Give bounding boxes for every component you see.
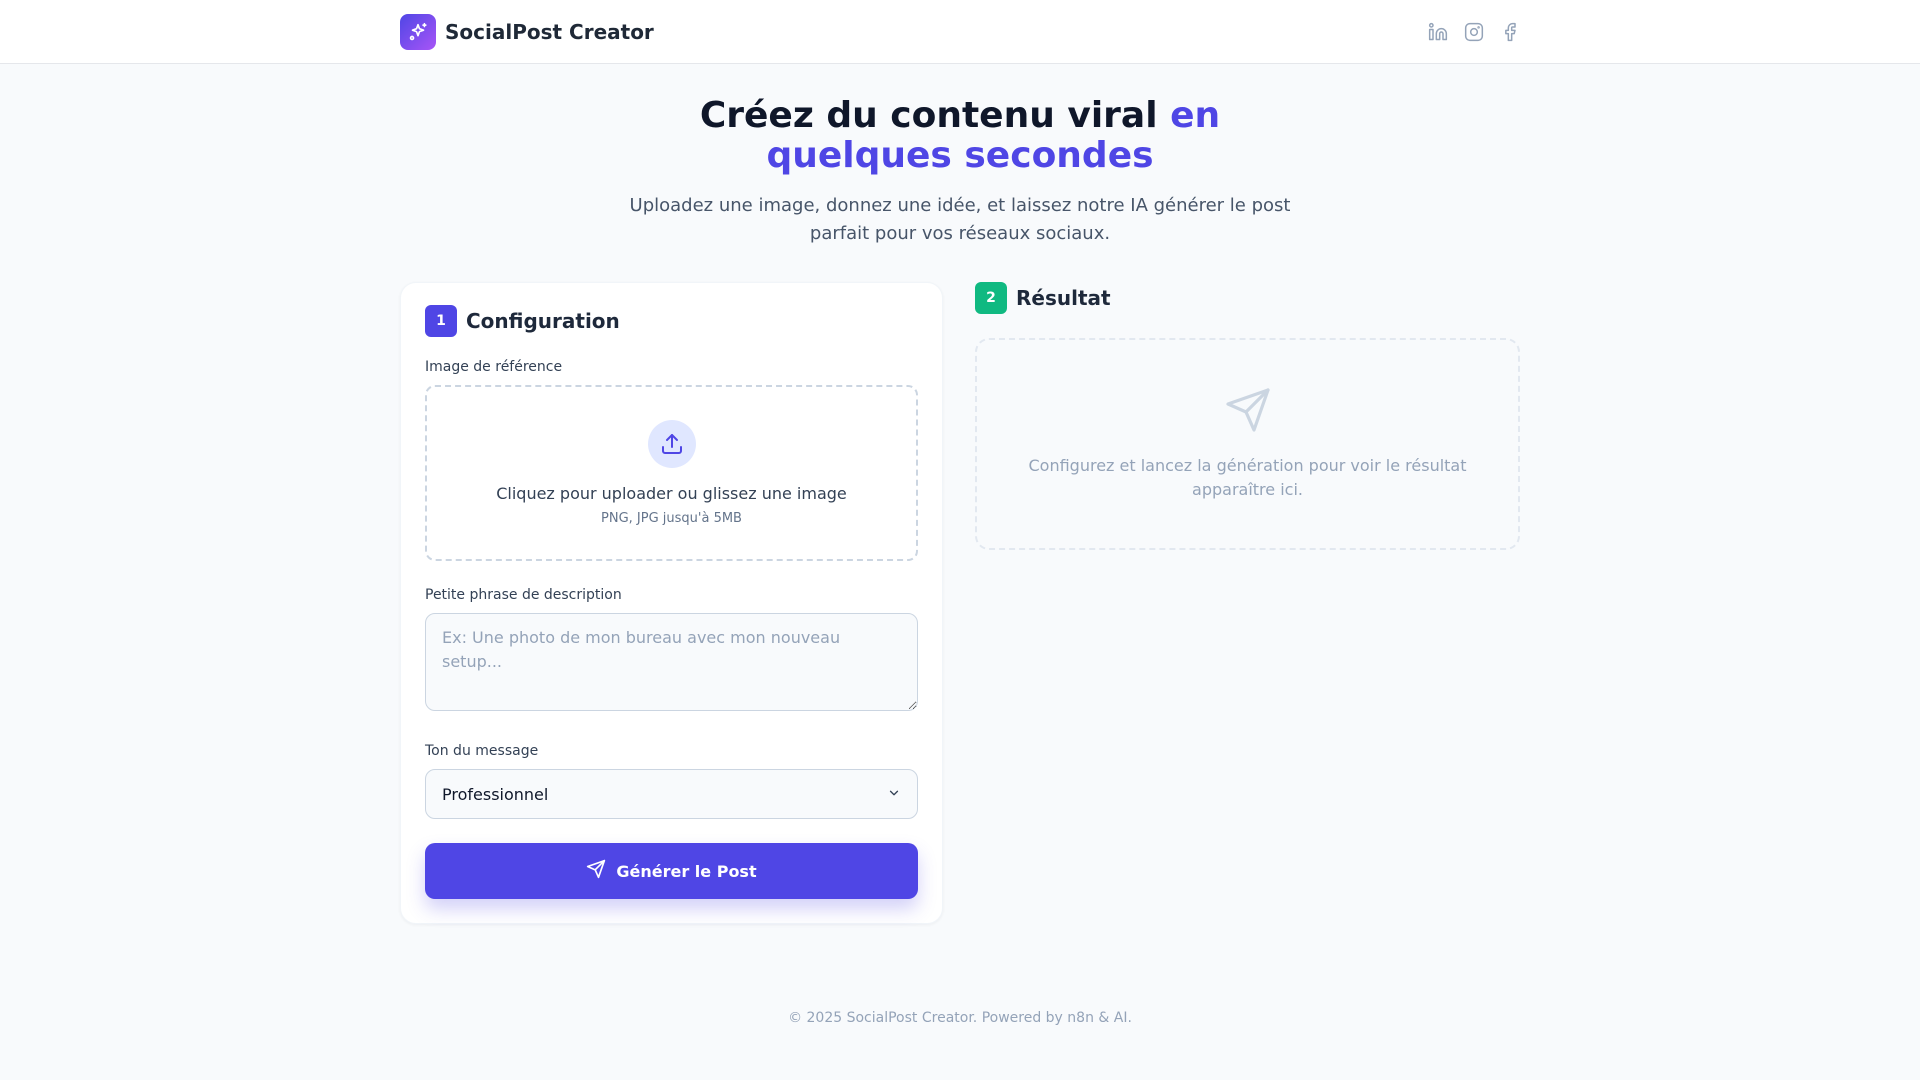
step-badge: 2	[975, 282, 1007, 314]
brand[interactable]: SocialPost Creator	[400, 14, 654, 50]
footer: © 2025 SocialPost Creator. Powered by n8…	[788, 1010, 1132, 1026]
linkedin-icon[interactable]	[1428, 22, 1448, 42]
upload-hint: PNG, JPG jusqu'à 5MB	[601, 511, 742, 526]
result-placeholder: Configurez et lancez la génération pour …	[975, 338, 1520, 550]
description-input[interactable]	[425, 613, 918, 711]
page-title: Créez du contenu viral en quelques secon…	[680, 96, 1240, 176]
step-badge: 1	[425, 305, 457, 337]
hero: Créez du contenu viral en quelques secon…	[0, 96, 1920, 248]
send-icon	[586, 859, 606, 883]
generate-button[interactable]: Générer le Post	[425, 843, 918, 899]
generate-label: Générer le Post	[616, 861, 757, 881]
result-panel: 2 Résultat Configurez et lancez la génér…	[975, 282, 1520, 550]
result-empty-text: Configurez et lancez la génération pour …	[1028, 456, 1467, 499]
image-dropzone[interactable]: Cliquez pour uploader ou glissez une ima…	[425, 385, 918, 561]
result-header: 2 Résultat	[975, 282, 1520, 314]
section-title: Résultat	[1016, 286, 1111, 310]
social-links	[1428, 22, 1520, 42]
sparkles-icon	[400, 14, 436, 50]
title-main: Créez du contenu viral	[699, 95, 1158, 136]
description-label: Petite phrase de description	[425, 587, 622, 603]
instagram-icon[interactable]	[1464, 22, 1484, 42]
image-label: Image de référence	[425, 359, 563, 375]
tone-select[interactable]: Professionnel	[425, 769, 918, 819]
main-content: 1 Configuration Image de référence Cliqu…	[400, 282, 1520, 924]
upload-text: Cliquez pour uploader ou glissez une ima…	[496, 484, 847, 503]
header-inner: SocialPost Creator	[400, 0, 1520, 64]
send-icon	[1224, 386, 1272, 438]
tone-label: Ton du message	[425, 743, 539, 759]
page-subtitle: Uploadez une image, donnez une idée, et …	[629, 195, 1291, 244]
brand-name: SocialPost Creator	[445, 20, 654, 44]
facebook-icon[interactable]	[1500, 22, 1520, 42]
upload-icon	[647, 420, 696, 468]
configuration-card: 1 Configuration Image de référence Cliqu…	[400, 282, 943, 924]
chevron-down-icon	[887, 785, 901, 804]
top-header: SocialPost Creator	[0, 0, 1920, 64]
configuration-header: 1 Configuration	[425, 305, 918, 337]
tone-value: Professionnel	[442, 784, 549, 804]
section-title: Configuration	[466, 309, 620, 333]
